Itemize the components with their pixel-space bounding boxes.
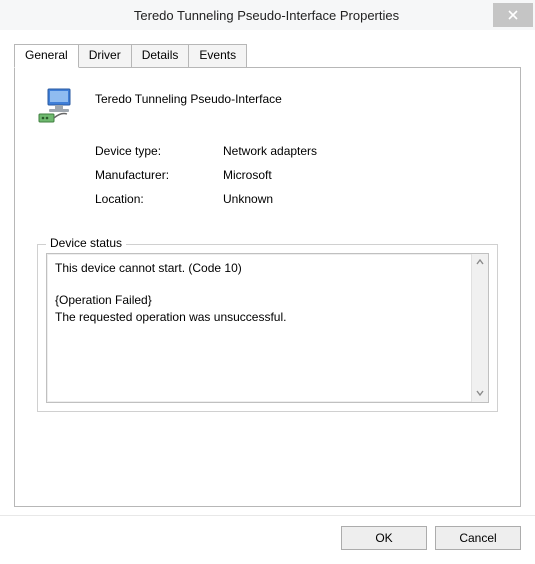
tab-general[interactable]: General [14,44,79,68]
network-adapter-icon [37,84,79,126]
prop-row-type: Device type: Network adapters [95,144,498,158]
properties-dialog: Teredo Tunneling Pseudo-Interface Proper… [0,0,535,564]
location-label: Location: [95,192,223,206]
tab-details[interactable]: Details [131,44,190,67]
device-status-legend: Device status [46,236,126,250]
device-type-value: Network adapters [223,144,498,158]
scrollbar[interactable] [471,254,488,402]
prop-row-manufacturer: Manufacturer: Microsoft [95,168,498,182]
content-area: General Driver Details Events [0,30,535,515]
device-status-text: This device cannot start. (Code 10) {Ope… [47,254,471,402]
tab-events[interactable]: Events [188,44,247,67]
device-properties: Device type: Network adapters Manufactur… [95,144,498,216]
dialog-button-row: OK Cancel [0,515,535,564]
close-button[interactable] [493,3,533,27]
tab-driver[interactable]: Driver [78,44,132,67]
device-status-box: This device cannot start. (Code 10) {Ope… [46,253,489,403]
device-status-group: Device status This device cannot start. … [37,244,498,412]
prop-row-location: Location: Unknown [95,192,498,206]
device-name: Teredo Tunneling Pseudo-Interface [95,92,282,106]
close-icon [508,7,518,23]
manufacturer-label: Manufacturer: [95,168,223,182]
scroll-up-button[interactable] [472,254,488,271]
tabstrip: General Driver Details Events [14,44,521,67]
scroll-down-button[interactable] [472,385,488,402]
cancel-button[interactable]: Cancel [435,526,521,550]
tab-panel-general: Teredo Tunneling Pseudo-Interface Device… [14,67,521,507]
titlebar: Teredo Tunneling Pseudo-Interface Proper… [0,0,535,30]
device-header: Teredo Tunneling Pseudo-Interface [37,84,498,126]
chevron-down-icon [476,388,484,399]
window-title: Teredo Tunneling Pseudo-Interface Proper… [0,8,493,23]
location-value: Unknown [223,192,498,206]
device-type-label: Device type: [95,144,223,158]
ok-button[interactable]: OK [341,526,427,550]
manufacturer-value: Microsoft [223,168,498,182]
chevron-up-icon [476,257,484,268]
